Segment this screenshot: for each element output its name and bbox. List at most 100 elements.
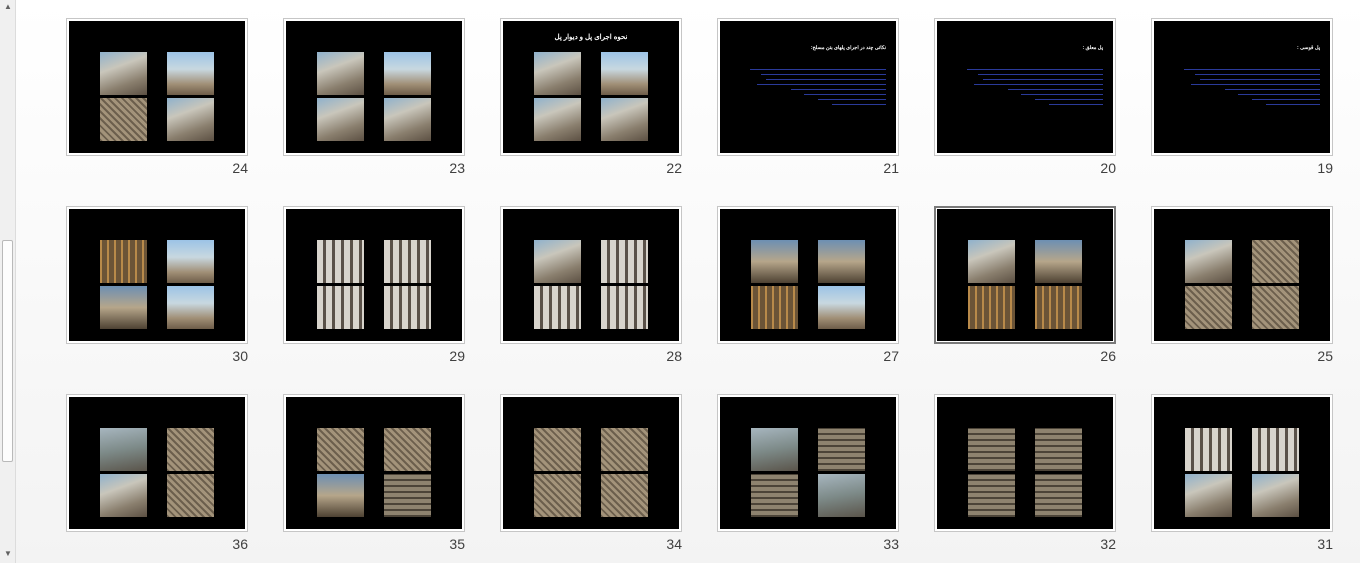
slide-canvas: پل قوسی : [1154,21,1330,153]
slide-title: پل معلق : [1082,45,1103,51]
slide-photo [1035,240,1082,283]
slide-photo [751,240,798,283]
slide-photo [317,428,364,471]
slide-photo [1252,428,1299,471]
slide-photo [968,474,1015,517]
slide-photo [534,52,581,95]
vertical-scrollbar[interactable]: ▲ ▼ [0,0,16,563]
slide-thumbnail-35[interactable] [283,394,465,532]
slide-canvas [503,209,679,341]
slide-photo [534,240,581,283]
slide-canvas [69,397,245,529]
slide-number: 35 [449,536,465,552]
slide-photo [1035,474,1082,517]
slide-photo [751,474,798,517]
slide-thumbnail-24[interactable] [66,18,248,156]
slide-photo [1035,286,1082,329]
slide-thumbnail-20[interactable]: پل معلق : [934,18,1116,156]
slide-thumbnail-30[interactable] [66,206,248,344]
slide-photo [384,286,431,329]
slide-thumbnail-22[interactable]: نحوه اجرای پل و دیوار پل [500,18,682,156]
slide-photo [601,240,648,283]
scroll-up-icon[interactable]: ▲ [3,2,13,12]
slide-photo [317,240,364,283]
slide-photo [100,240,147,283]
slide-canvas [286,21,462,153]
slide-photo [818,428,865,471]
slide-thumbnail-34[interactable] [500,394,682,532]
scroll-down-icon[interactable]: ▼ [3,549,13,559]
slide-thumbnail-26[interactable] [934,206,1116,344]
slide-number: 32 [1100,536,1116,552]
slide-photo [968,286,1015,329]
slide-photo [167,474,214,517]
slide-canvas [69,209,245,341]
slide-photo [601,428,648,471]
slide-photo [100,98,147,141]
slide-thumbnail-19[interactable]: پل قوسی : [1151,18,1333,156]
slide-photo [384,428,431,471]
slide-canvas [286,209,462,341]
slide-number: 36 [232,536,248,552]
slide-thumbnail-32[interactable] [934,394,1116,532]
slide-number: 20 [1100,160,1116,176]
slide-number: 25 [1317,348,1333,364]
slide-photo [601,474,648,517]
slide-photo [384,240,431,283]
slide-photo [968,240,1015,283]
slide-number: 21 [883,160,899,176]
slide-photo [167,52,214,95]
slide-photo [384,474,431,517]
slide-photo [317,52,364,95]
slide-photo [1185,286,1232,329]
slide-photo [317,474,364,517]
slide-photo [601,52,648,95]
scroll-thumb[interactable] [2,240,13,462]
slide-canvas [937,209,1113,341]
slide-number: 34 [666,536,682,552]
slide-number: 28 [666,348,682,364]
slide-canvas [1154,209,1330,341]
slide-body-text [750,69,886,109]
slide-photo [384,98,431,141]
slide-thumbnail-29[interactable] [283,206,465,344]
slide-photo [167,98,214,141]
slide-number: 27 [883,348,899,364]
slide-number: 22 [666,160,682,176]
slide-photo [534,474,581,517]
slide-thumbnail-31[interactable] [1151,394,1333,532]
slide-thumbnail-21[interactable]: نکاتی چند در اجرای پلهای بتن مسلح: [717,18,899,156]
slide-number: 31 [1317,536,1333,552]
slide-number: 24 [232,160,248,176]
slide-title: نحوه اجرای پل و دیوار پل [554,34,628,41]
slide-thumbnail-23[interactable] [283,18,465,156]
slide-photo [818,240,865,283]
slide-photo [601,98,648,141]
slide-thumbnail-36[interactable] [66,394,248,532]
slide-photo [1035,428,1082,471]
slide-photo [1185,240,1232,283]
slide-photo [534,286,581,329]
slide-title: نکاتی چند در اجرای پلهای بتن مسلح: [810,45,886,51]
slide-number: 19 [1317,160,1333,176]
slide-photo [1252,240,1299,283]
slide-thumbnail-28[interactable] [500,206,682,344]
slide-photo [601,286,648,329]
slide-canvas [720,397,896,529]
slide-thumbnail-25[interactable] [1151,206,1333,344]
slide-photo [818,474,865,517]
slide-photo [818,286,865,329]
slide-thumbnail-33[interactable] [717,394,899,532]
slide-number: 33 [883,536,899,552]
slide-photo [167,286,214,329]
slide-photo [751,428,798,471]
slide-photo [968,428,1015,471]
slide-photo [1185,428,1232,471]
slide-title: پل قوسی : [1297,45,1320,51]
slide-photo [534,98,581,141]
slide-photo [167,240,214,283]
slide-photo [1252,474,1299,517]
slide-number: 23 [449,160,465,176]
slide-photo [534,428,581,471]
slide-thumbnail-27[interactable] [717,206,899,344]
